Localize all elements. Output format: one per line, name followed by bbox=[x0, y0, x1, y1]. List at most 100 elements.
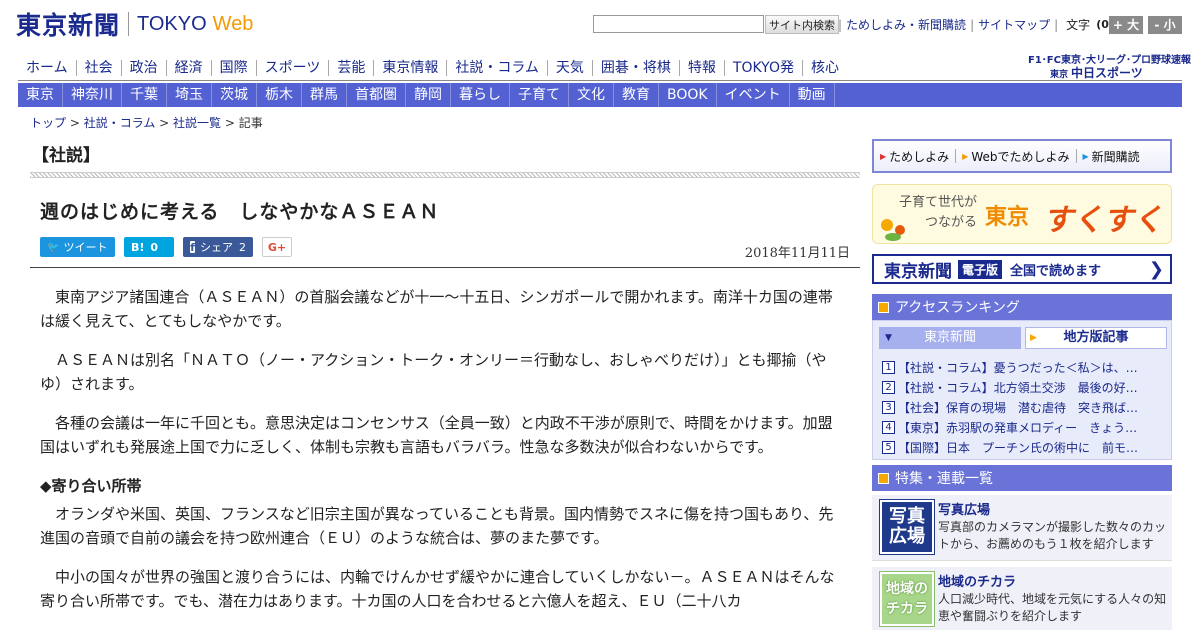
site-header: 東京新聞 TOKYO Web サイト内検索 | ためしよみ・新聞購読 | サイト… bbox=[0, 0, 1200, 50]
nav-entertainment[interactable]: 芸能 bbox=[329, 60, 375, 76]
ranking-tab-tokyo[interactable]: ▼ 東京新聞 bbox=[879, 327, 1021, 349]
nav-weather[interactable]: 天気 bbox=[548, 60, 593, 76]
digital-edition-logo: 東京新聞 bbox=[884, 261, 952, 282]
rank-text: 【国際】日本 プーチン氏の術中に 前モ… bbox=[898, 440, 1139, 455]
font-larger-button[interactable]: + 大 bbox=[1109, 16, 1143, 34]
region-chiba[interactable]: 千葉 bbox=[122, 83, 167, 107]
nav-home[interactable]: ホーム bbox=[18, 60, 77, 76]
nav-international[interactable]: 国際 bbox=[212, 60, 257, 76]
nav-society[interactable]: 社会 bbox=[77, 60, 122, 76]
ranking-tab-local[interactable]: ▶ 地方版記事 bbox=[1025, 327, 1167, 349]
facebook-share-button[interactable]: f シェア 2 bbox=[183, 237, 253, 257]
breadcrumb-top[interactable]: トップ bbox=[30, 116, 66, 130]
feature-title[interactable]: 地域のチカラ bbox=[938, 571, 1016, 590]
ranking-item[interactable]: 5 【国際】日本 プーチン氏の術中に 前モ… bbox=[882, 437, 1168, 457]
site-search-button[interactable]: サイト内検索 bbox=[765, 15, 839, 34]
region-tochigi[interactable]: 栃木 bbox=[257, 83, 302, 107]
region-book[interactable]: BOOK bbox=[659, 83, 717, 107]
sukusuku-title: すくすく bbox=[1043, 203, 1163, 238]
region-gunma[interactable]: 群馬 bbox=[302, 83, 347, 107]
caret-down-icon: ▼ bbox=[885, 333, 892, 343]
region-kyoiku[interactable]: 教育 bbox=[614, 83, 659, 107]
ranking-box: ▼ 東京新聞 ▶ 地方版記事 1 【社説・コラム】憂うつだった＜私＞は、… 2 【社… bbox=[872, 320, 1172, 460]
nav-politics[interactable]: 政治 bbox=[122, 60, 167, 76]
feature-item-photo[interactable]: 写真広場 写真広場 写真部のカメラマンが撮影した数々のカットから、お薦めのもう１… bbox=[872, 495, 1172, 561]
logo-japanese: 東京新聞 bbox=[16, 11, 121, 40]
digital-edition-banner[interactable]: 東京新聞 電子版 全国で読めます ❯ bbox=[872, 254, 1172, 284]
nav-sports[interactable]: スポーツ bbox=[257, 60, 330, 76]
region-shutoken[interactable]: 首都圏 bbox=[347, 83, 406, 107]
section-title: 【社説】 bbox=[32, 146, 100, 166]
digital-edition-badge: 電子版 bbox=[958, 259, 1003, 279]
web-trial-link[interactable]: ▶ Webでためしよみ bbox=[962, 148, 1069, 165]
region-video[interactable]: 動画 bbox=[790, 83, 835, 107]
feature-item-community[interactable]: 地域のチカラ 地域のチカラ 人口減少時代、地域を元気にする人々の知恵や奮闘ぶりを… bbox=[872, 567, 1172, 630]
nav-economy[interactable]: 経済 bbox=[167, 60, 212, 76]
region-event[interactable]: イベント bbox=[717, 83, 790, 107]
region-kosodate[interactable]: 子育て bbox=[510, 83, 569, 107]
rank-number: 5 bbox=[882, 440, 895, 454]
hatena-bookmark-button[interactable]: B! 0 bbox=[124, 237, 174, 257]
subscribe-link[interactable]: ▶ 新聞購読 bbox=[1083, 148, 1140, 165]
ranking-item[interactable]: 1 【社説・コラム】憂うつだった＜私＞は、… bbox=[882, 357, 1168, 377]
nav-tokyo-hatsu[interactable]: TOKYO発 bbox=[725, 60, 803, 76]
nav-go-shogi[interactable]: 囲碁・将棋 bbox=[593, 60, 680, 76]
breadcrumb-sep: > bbox=[155, 116, 174, 130]
chunichi-label: 中日スポーツ bbox=[1071, 66, 1143, 80]
features-heading-label: 特集・連載一覧 bbox=[895, 471, 993, 487]
nav-tokyo-info[interactable]: 東京情報 bbox=[374, 60, 448, 76]
subscribe-box: ▶ ためしよみ ▶ Webでためしよみ ▶ 新聞購読 bbox=[872, 139, 1172, 173]
google-plus-button[interactable]: G+ bbox=[262, 237, 292, 257]
nav-tokuho[interactable]: 特報 bbox=[680, 60, 725, 76]
rank-text: 【社会】保育の現場 潜む虐待 突き飛ば… bbox=[898, 400, 1139, 415]
breadcrumb-sep: > bbox=[66, 116, 84, 130]
region-kurashi[interactable]: 暮らし bbox=[451, 83, 510, 107]
ranking-item[interactable]: 2 【社説・コラム】北方領土交渉 最後の好… bbox=[882, 377, 1168, 397]
divider bbox=[1075, 149, 1077, 163]
nav-kakushin[interactable]: 核心 bbox=[803, 60, 847, 76]
ranking-item[interactable]: 3 【社会】保育の現場 潜む虐待 突き飛ば… bbox=[882, 397, 1168, 417]
region-saitama[interactable]: 埼玉 bbox=[167, 83, 212, 107]
ranking-tab-tokyo-label: 東京新聞 bbox=[923, 330, 976, 345]
web-trial-label: Webでためしよみ bbox=[971, 149, 1070, 164]
nav-divider bbox=[18, 80, 1182, 81]
sitemap-link[interactable]: サイトマップ bbox=[978, 16, 1050, 33]
section-divider bbox=[30, 172, 860, 178]
chunichi-sports-link[interactable]: 東京 中日スポーツ bbox=[1050, 64, 1143, 81]
trial-subscribe-link[interactable]: ためしよみ・新聞購読 bbox=[846, 16, 966, 33]
site-logo[interactable]: 東京新聞 TOKYO Web bbox=[16, 8, 253, 40]
font-smaller-button[interactable]: - 小 bbox=[1148, 16, 1182, 34]
flower-icon bbox=[881, 219, 893, 231]
hatena-count: 0 bbox=[150, 240, 159, 254]
rank-text: 【社説・コラム】北方領土交渉 最後の好… bbox=[898, 380, 1138, 395]
ranking-heading: アクセスランキング bbox=[872, 294, 1172, 320]
region-shizuoka[interactable]: 静岡 bbox=[406, 83, 451, 107]
facebook-count: 2 bbox=[239, 240, 246, 254]
twitter-icon: 🐦 bbox=[47, 241, 60, 253]
feature-title[interactable]: 写真広場 bbox=[938, 499, 990, 518]
trial-read-link[interactable]: ▶ ためしよみ bbox=[880, 148, 949, 165]
arrow-icon: ▶ bbox=[1082, 151, 1089, 161]
breadcrumb-editorial-list[interactable]: 社説一覧 bbox=[173, 116, 221, 130]
region-kanagawa[interactable]: 神奈川 bbox=[63, 83, 122, 107]
leaf-icon bbox=[885, 233, 901, 241]
site-search-input[interactable] bbox=[593, 15, 764, 33]
utility-links: | ためしよみ・新聞購読 | サイトマップ | 文字 (0) bbox=[834, 16, 1114, 33]
breadcrumb-editorial[interactable]: 社説・コラム bbox=[84, 116, 156, 130]
chevron-right-icon: ❯ bbox=[1148, 259, 1164, 280]
feature-description: 写真部のカメラマンが撮影した数々のカットから、お薦めのもう１枚を紹介します bbox=[938, 520, 1167, 551]
region-ibaraki[interactable]: 茨城 bbox=[212, 83, 257, 107]
tweet-button[interactable]: 🐦 ツイート bbox=[40, 237, 115, 257]
article-paragraph: 東南アジア諸国連合（ＡＳＥＡＮ）の首脳会議などが十一～十五日、シンガポールで開か… bbox=[40, 288, 833, 330]
nav-editorial[interactable]: 社説・コラム bbox=[447, 60, 548, 76]
ranking-item[interactable]: 4 【東京】赤羽駅の発車メロディー きょう… bbox=[882, 417, 1168, 437]
sukusuku-banner[interactable]: 子育て世代が つながる 東京 すくすく bbox=[872, 184, 1172, 244]
rank-number: 3 bbox=[882, 400, 895, 414]
sukusuku-sub-line1: 子育て世代が bbox=[898, 195, 977, 210]
region-tokyo[interactable]: 東京 bbox=[18, 83, 63, 107]
region-bunka[interactable]: 文化 bbox=[569, 83, 614, 107]
ranking-tab-local-label: 地方版記事 bbox=[1063, 330, 1129, 345]
logo-divider bbox=[128, 12, 130, 36]
ranking-heading-label: アクセスランキング bbox=[895, 300, 1020, 316]
article-date: 2018年11月11日 bbox=[744, 246, 850, 261]
